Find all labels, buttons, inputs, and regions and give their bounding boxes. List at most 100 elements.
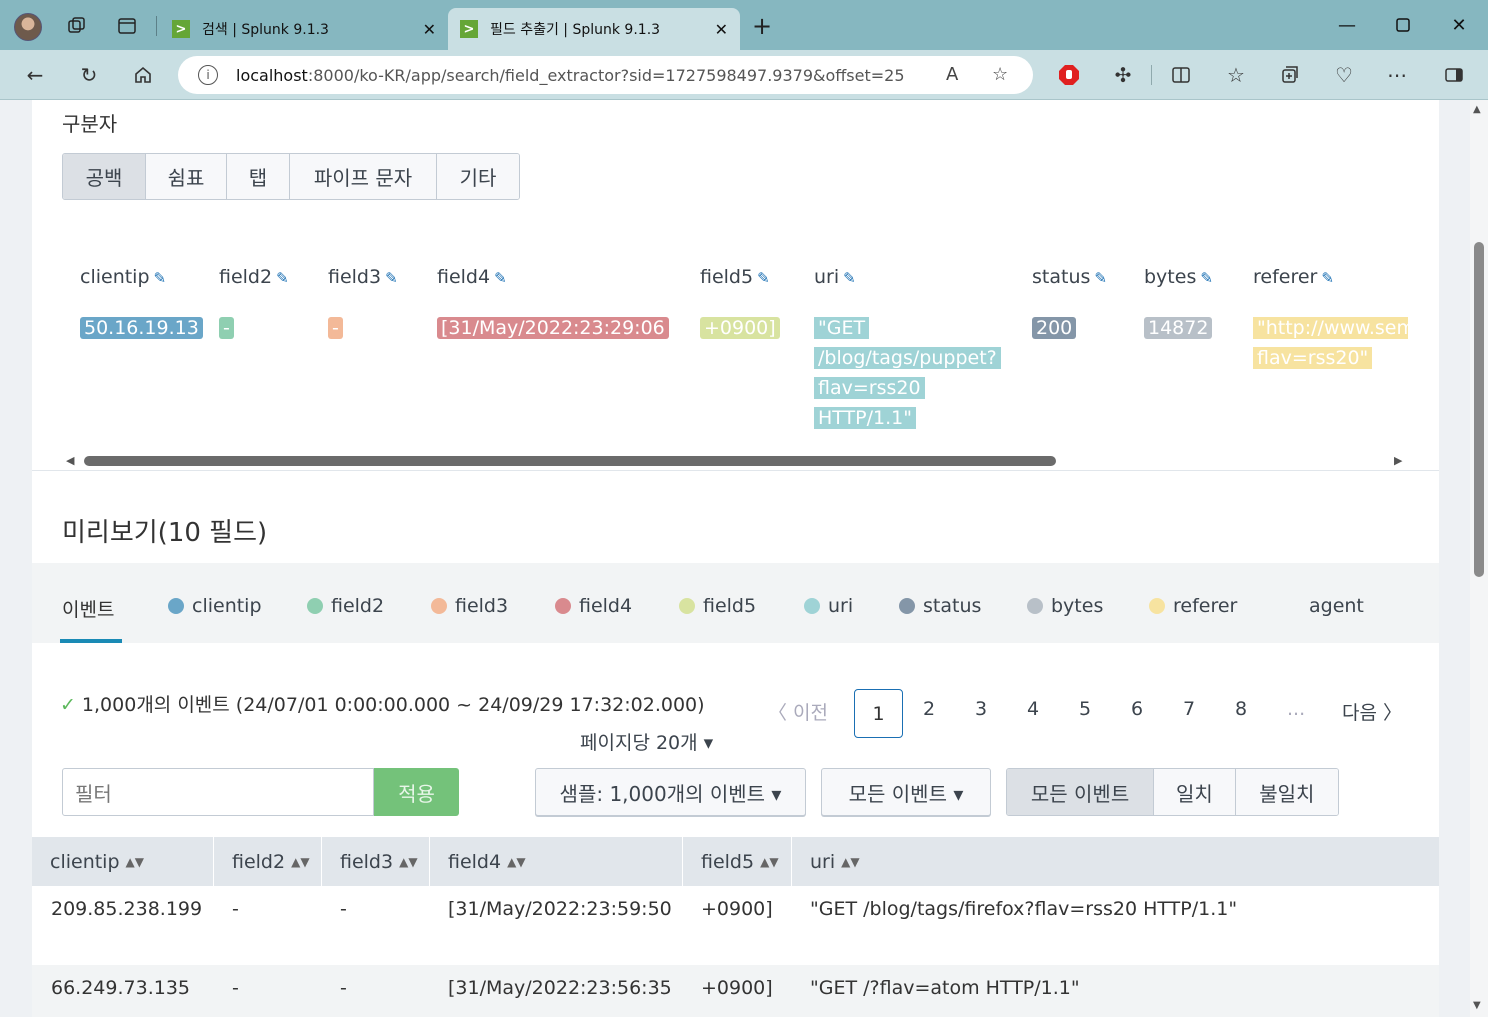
minimize-icon[interactable]: — [1332,10,1362,40]
tab-referer[interactable]: referer [1149,595,1237,617]
field-header-field5[interactable]: field5 ✎ [700,266,770,288]
tab-status[interactable]: status [899,595,981,617]
pager-page-7[interactable]: 7 [1183,698,1195,720]
sort-icon[interactable]: ▲▼ [507,855,525,869]
read-aloud-icon[interactable]: A [946,64,958,85]
sort-icon[interactable]: ▲▼ [126,855,144,869]
delimiter-option-comma[interactable]: 쉼표 [146,154,227,199]
vertical-scrollbar-thumb[interactable] [1474,242,1484,577]
browser-essentials-icon[interactable]: ♡ [1331,62,1357,88]
sort-icon[interactable]: ▲▼ [760,855,778,869]
split-screen-icon[interactable] [1168,62,1194,88]
tab-field-extractor[interactable]: > 필드 추출기 | Splunk 9.1.3 ✕ [448,8,740,50]
vertical-scrollbar[interactable]: ▲ ▼ [1470,100,1488,1017]
tab-field3[interactable]: field3 [431,595,508,617]
match-all-events[interactable]: 모든 이벤트 [1007,769,1155,815]
new-tab-icon[interactable]: + [749,12,775,40]
field-header-uri[interactable]: uri ✎ [814,266,856,288]
apply-button[interactable]: 적용 [374,768,459,816]
match-matched[interactable]: 일치 [1154,769,1236,815]
edit-pencil-icon[interactable]: ✎ [494,269,507,287]
table-row[interactable]: 209.85.238.199 - - [31/May/2022:23:59:50… [32,886,1439,965]
tab-field2[interactable]: field2 [307,595,384,617]
sidebar-toggle-icon[interactable] [1441,62,1467,88]
close-icon[interactable]: ✕ [423,20,436,39]
window-close-icon[interactable]: ✕ [1444,10,1474,40]
column-header-uri[interactable]: uri ▲▼ [792,837,1439,886]
match-unmatched[interactable]: 불일치 [1235,769,1338,815]
tab-actions-icon[interactable] [114,13,140,39]
pager-page-1[interactable]: 1 [854,689,903,738]
pager-next[interactable]: 다음 〉 [1342,698,1402,725]
field-header-referer[interactable]: referer ✎ [1253,266,1334,288]
close-icon[interactable]: ✕ [715,20,728,39]
tab-uri[interactable]: uri [804,595,853,617]
delimiter-option-pipe[interactable]: 파이프 문자 [290,154,437,199]
tab-field4[interactable]: field4 [555,595,632,617]
sort-icon[interactable]: ▲▼ [291,855,309,869]
delimiter-option-other[interactable]: 기타 [437,154,519,199]
tab-bytes[interactable]: bytes [1027,595,1103,617]
field-header-clientip[interactable]: clientip ✎ [80,266,166,288]
collections-icon[interactable] [1277,62,1303,88]
field-header-status[interactable]: status ✎ [1032,266,1107,288]
scroll-up-arrow-icon[interactable]: ▲ [1473,104,1481,115]
edit-pencil-icon[interactable]: ✎ [385,269,398,287]
pager-page-2[interactable]: 2 [923,698,935,720]
edit-pencil-icon[interactable]: ✎ [843,269,856,287]
table-row[interactable]: 66.249.73.135 - - [31/May/2022:23:56:35 … [32,965,1439,1017]
sort-icon[interactable]: ▲▼ [399,855,417,869]
edit-pencil-icon[interactable]: ✎ [1094,269,1107,287]
per-page-dropdown[interactable]: 페이지당 20개 ▾ [580,728,713,755]
filter-input[interactable]: 필터 [62,768,374,816]
pager-page-3[interactable]: 3 [975,698,987,720]
pager-page-6[interactable]: 6 [1131,698,1143,720]
field-header-field3[interactable]: field3 ✎ [328,266,398,288]
tab-agent[interactable]: agent [1309,595,1364,617]
extensions-icon[interactable]: ✣ [1110,62,1136,88]
scroll-right-arrow-icon[interactable]: ▶ [1394,454,1402,467]
results-table-header: clientip ▲▼ field2 ▲▼ field3 ▲▼ field4 ▲▼ fi… [32,837,1439,886]
maximize-icon[interactable] [1388,10,1418,40]
edit-pencil-icon[interactable]: ✎ [154,269,167,287]
edit-pencil-icon[interactable]: ✎ [1200,269,1213,287]
all-events-dropdown[interactable]: 모든 이벤트 ▾ [821,768,991,816]
more-menu-icon[interactable]: ⋯ [1384,62,1410,88]
tab-field5[interactable]: field5 [679,595,756,617]
workspaces-icon[interactable] [64,13,90,39]
column-header-field2[interactable]: field2 ▲▼ [214,837,322,886]
field-header-field4[interactable]: field4 ✎ [437,266,507,288]
tab-search[interactable]: > 검색 | Splunk 9.1.3 ✕ [160,8,448,50]
delimiter-option-tab[interactable]: 탭 [227,154,290,199]
pager-prev[interactable]: 〈 이전 [768,698,828,725]
favorite-star-icon[interactable]: ☆ [992,64,1008,85]
scroll-down-arrow-icon[interactable]: ▼ [1473,1000,1481,1011]
pager-page-5[interactable]: 5 [1079,698,1091,720]
profile-avatar[interactable] [14,13,42,41]
pager-page-4[interactable]: 4 [1027,698,1039,720]
url-input[interactable]: i localhost:8000/ko-KR/app/search/field_… [178,56,1033,94]
column-header-field3[interactable]: field3 ▲▼ [322,837,430,886]
favorites-icon[interactable]: ☆ [1223,62,1249,88]
column-header-clientip[interactable]: clientip ▲▼ [32,837,214,886]
refresh-icon[interactable]: ↻ [76,62,102,88]
field-header-bytes[interactable]: bytes ✎ [1144,266,1213,288]
edit-pencil-icon[interactable]: ✎ [757,269,770,287]
edit-pencil-icon[interactable]: ✎ [1321,269,1334,287]
delimiter-option-space[interactable]: 공백 [63,154,146,199]
site-info-icon[interactable]: i [198,65,218,85]
scroll-left-arrow-icon[interactable]: ◀ [66,454,74,467]
sample-dropdown[interactable]: 샘플: 1,000개의 이벤트 ▾ [535,768,806,816]
adblock-icon[interactable] [1056,62,1082,88]
tab-clientip[interactable]: clientip [168,595,262,617]
pager-page-8[interactable]: 8 [1235,698,1247,720]
column-header-field4[interactable]: field4 ▲▼ [430,837,683,886]
field-header-field2[interactable]: field2 ✎ [219,266,289,288]
back-icon[interactable]: ← [22,62,48,88]
tab-events[interactable]: 이벤트 [62,595,114,622]
sort-icon[interactable]: ▲▼ [841,855,859,869]
horizontal-scrollbar[interactable] [84,456,1056,466]
column-header-field5[interactable]: field5 ▲▼ [683,837,792,886]
edit-pencil-icon[interactable]: ✎ [276,269,289,287]
home-icon[interactable] [130,62,156,88]
